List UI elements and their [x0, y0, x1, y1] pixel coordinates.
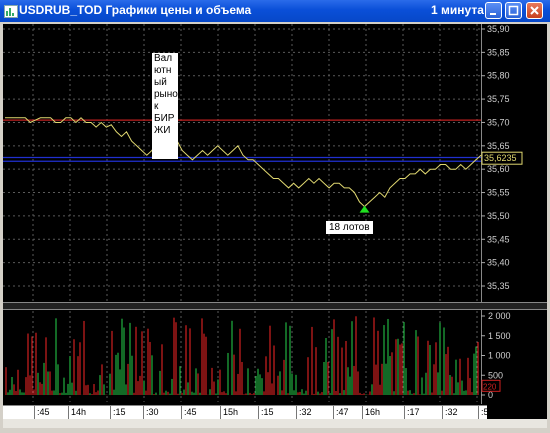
close-icon — [530, 6, 539, 15]
panel-divider — [3, 302, 547, 310]
time-axis-label: 14h — [71, 407, 87, 417]
legend-line: Вал — [154, 53, 173, 64]
time-axis-label: :47 — [336, 407, 349, 417]
minimize-icon — [490, 13, 496, 15]
time-axis-separator — [34, 406, 35, 420]
y-tick-label: 35,40 — [487, 258, 510, 268]
legend-line: к — [154, 101, 159, 112]
maximize-icon — [508, 5, 519, 16]
trade-marker-icon — [359, 205, 370, 213]
vol-tick-label: 2 000 — [488, 311, 511, 321]
time-axis-separator — [68, 406, 69, 420]
time-axis-separator — [442, 406, 443, 420]
time-axis-separator — [258, 406, 259, 420]
y-tick-label: 35,55 — [487, 188, 510, 198]
time-axis-label: :32 — [445, 407, 458, 417]
window-title: USDRUB_TOD Графики цены и объема — [19, 3, 252, 17]
interval-label[interactable]: 1 минута — [431, 3, 484, 17]
time-axis-separator — [362, 406, 363, 420]
maximize-button[interactable] — [505, 2, 522, 19]
y-tick-label: 35,90 — [487, 24, 510, 34]
legend-line: ютн — [154, 65, 172, 76]
time-axis-separator — [404, 406, 405, 420]
close-button[interactable] — [526, 2, 543, 19]
time-axis-label: :45 — [37, 407, 50, 417]
price-line — [5, 117, 482, 208]
trade-lots-label: 18 лотов — [326, 221, 373, 234]
legend-line: БИР — [154, 113, 175, 124]
vol-tick-label: 1 500 — [488, 331, 511, 341]
y-tick-label: 35,85 — [487, 47, 510, 57]
chart-area[interactable]: 35,90 35,85 35,80 35,75 35,70 35,65 35,60 35,55… — [3, 24, 547, 428]
time-axis-separator — [220, 406, 221, 420]
vol-tick-label: 500 — [488, 370, 503, 380]
time-axis-separator — [181, 406, 182, 420]
time-axis: :45 14h :15 :30 :45 15h :15 :32 :47 16h :17 :32 :54 — [3, 405, 494, 420]
chart-window: USDRUB_TOD Графики цены и объема 1 минут… — [0, 0, 550, 432]
y-tick-label: 35,65 — [487, 141, 510, 151]
y-tick-label: 35,80 — [487, 71, 510, 81]
legend-line: ЖИ — [154, 125, 171, 136]
time-axis-label: :17 — [407, 407, 420, 417]
y-tick-label: 35,50 — [487, 211, 510, 221]
title-bar[interactable]: USDRUB_TOD Графики цены и объема 1 минут… — [0, 0, 550, 22]
horizontal-scrollbar[interactable] — [3, 419, 547, 428]
time-axis-separator — [296, 406, 297, 420]
time-axis-label: :30 — [146, 407, 159, 417]
time-axis-label: 16h — [365, 407, 381, 417]
y-tick-label: 35,35 — [487, 281, 510, 291]
instrument-legend: Вал ютн ый рыно к БИР ЖИ — [152, 53, 178, 159]
time-axis-label: :32 — [299, 407, 312, 417]
time-axis-label: :15 — [261, 407, 274, 417]
time-axis-separator — [333, 406, 334, 420]
minimize-button[interactable] — [485, 2, 502, 19]
y-tick-label: 35,75 — [487, 94, 510, 104]
time-axis-label: :54 — [481, 407, 494, 417]
last-volume-label: 220 — [483, 382, 497, 391]
chart-canvas[interactable]: 35,90 35,85 35,80 35,75 35,70 35,65 35,60 35,55… — [3, 24, 547, 428]
time-axis-separator — [478, 406, 479, 420]
time-axis-separator — [143, 406, 144, 420]
chart-app-icon — [4, 5, 18, 18]
vol-tick-label: 1 000 — [488, 351, 511, 361]
legend-line: рыно — [154, 89, 178, 100]
y-tick-label: 35,45 — [487, 234, 510, 244]
y-tick-label: 35,70 — [487, 117, 510, 127]
current-price-label: 35,6235 — [484, 153, 517, 163]
time-axis-separator — [110, 406, 111, 420]
time-axis-label: 15h — [223, 407, 239, 417]
y-tick-label: 35,60 — [487, 164, 510, 174]
time-axis-label: :15 — [113, 407, 126, 417]
time-axis-label: :45 — [184, 407, 197, 417]
legend-line: ый — [154, 77, 167, 88]
